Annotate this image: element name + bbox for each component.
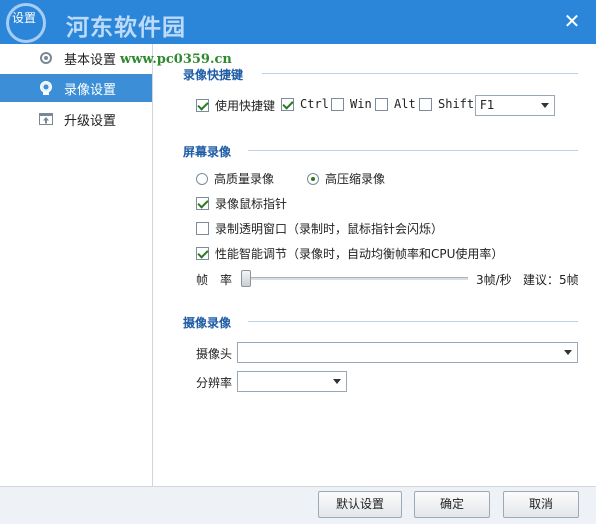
- watermark-url: www.pc0359.cn: [120, 52, 232, 67]
- upgrade-icon: [39, 113, 53, 125]
- hotkey-select-value: F1: [480, 98, 495, 112]
- sidebar-item-record[interactable]: 录像设置: [0, 74, 152, 102]
- use-hotkey-checkbox[interactable]: 使用快捷键: [196, 97, 275, 114]
- window-title: 设置: [12, 11, 37, 25]
- camera-select[interactable]: [237, 342, 578, 363]
- radio-dot[interactable]: [307, 172, 319, 185]
- use-hotkey-label: 使用快捷键: [215, 99, 276, 113]
- title-bar: 设置 河东软件园 ✕: [0, 0, 596, 44]
- framerate-value: 3帧/秒: [476, 273, 512, 287]
- sidebar-item-label: 录像设置: [64, 82, 117, 98]
- section-divider: [248, 321, 578, 322]
- checkbox-box[interactable]: [196, 222, 209, 235]
- sidebar: 基本设置 录像设置 升级设置: [0, 44, 153, 486]
- compress-high-radio[interactable]: 高压缩录像: [307, 170, 385, 187]
- resolution-label: 分辨率: [196, 376, 233, 390]
- checkbox-box[interactable]: [196, 197, 209, 210]
- smart-tuning-label: 性能智能调节（录像时，自动均衡帧率和CPU使用率）: [215, 247, 504, 261]
- checkbox-box[interactable]: [281, 97, 294, 111]
- ctrl-label: Ctrl: [300, 97, 329, 111]
- sidebar-item-label: 基本设置: [64, 52, 117, 68]
- checkbox-box[interactable]: [419, 97, 432, 111]
- section-divider: [262, 73, 578, 74]
- radio-dot[interactable]: [196, 172, 208, 185]
- transparent-window-label: 录制透明窗口（录制时，鼠标指针会闪烁）: [215, 222, 444, 236]
- checkbox-box[interactable]: [196, 247, 209, 260]
- ok-button[interactable]: 确定: [414, 491, 490, 518]
- record-pointer-checkbox[interactable]: 录像鼠标指针: [196, 195, 287, 212]
- checkbox-box[interactable]: [375, 97, 388, 111]
- default-settings-button[interactable]: 默认设置: [318, 491, 402, 518]
- section-title-camera: 摄像录像: [183, 316, 232, 330]
- chevron-down-icon[interactable]: [333, 379, 341, 384]
- resolution-select[interactable]: [237, 371, 347, 392]
- framerate-slider-track[interactable]: [246, 277, 468, 280]
- sidebar-item-upgrade[interactable]: 升级设置: [0, 105, 152, 133]
- watermark-text: 河东软件园: [66, 15, 186, 41]
- chevron-down-icon[interactable]: [564, 350, 572, 355]
- quality-high-label: 高质量录像: [214, 172, 275, 186]
- camera-label: 摄像头: [196, 347, 233, 361]
- framerate-slider-thumb[interactable]: [241, 270, 251, 287]
- record-pointer-label: 录像鼠标指针: [215, 197, 288, 211]
- checkbox-box[interactable]: [331, 97, 344, 111]
- transparent-window-checkbox[interactable]: 录制透明窗口（录制时，鼠标指针会闪烁）: [196, 220, 443, 237]
- smart-tuning-checkbox[interactable]: 性能智能调节（录像时，自动均衡帧率和CPU使用率）: [196, 245, 503, 262]
- shift-checkbox[interactable]: Shift: [419, 97, 474, 111]
- framerate-suggestion: 建议：5帧: [523, 273, 579, 287]
- quality-high-radio[interactable]: 高质量录像: [196, 170, 274, 187]
- framerate-label: 帧 率: [196, 273, 233, 287]
- checkbox-box[interactable]: [196, 99, 209, 112]
- shift-label: Shift: [438, 97, 475, 111]
- section-divider: [248, 150, 578, 151]
- sidebar-item-label: 升级设置: [64, 113, 117, 129]
- section-title-screen: 屏幕录像: [183, 145, 232, 159]
- camera-icon: [40, 81, 52, 95]
- ctrl-checkbox[interactable]: Ctrl: [281, 97, 329, 111]
- hotkey-select[interactable]: F1: [475, 95, 555, 116]
- cancel-button[interactable]: 取消: [503, 491, 579, 518]
- alt-label: Alt: [394, 97, 416, 111]
- close-icon[interactable]: ✕: [562, 11, 582, 31]
- chevron-down-icon[interactable]: [541, 103, 549, 108]
- compress-high-label: 高压缩录像: [325, 172, 386, 186]
- section-title-hotkey: 录像快捷键: [183, 68, 244, 82]
- alt-checkbox[interactable]: Alt: [375, 97, 416, 111]
- gear-icon: [40, 52, 52, 64]
- win-label: Win: [350, 97, 372, 111]
- win-checkbox[interactable]: Win: [331, 97, 372, 111]
